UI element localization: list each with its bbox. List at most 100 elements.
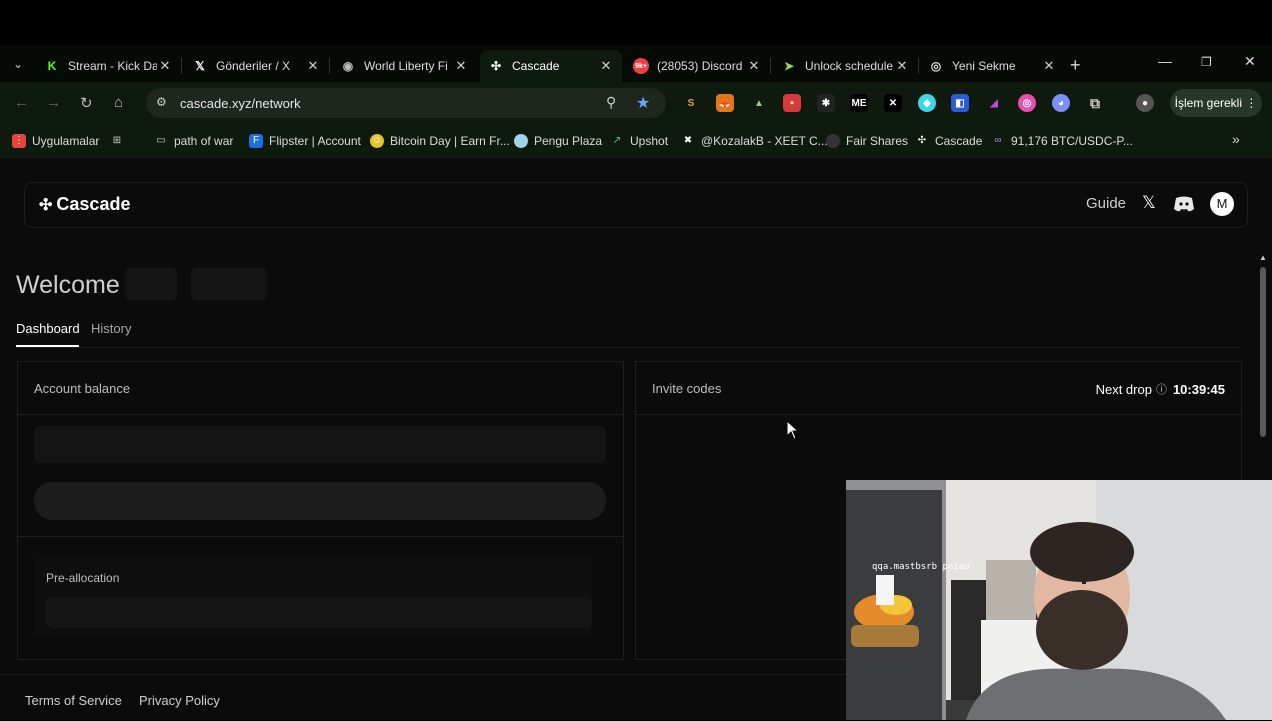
address-bar[interactable]: ⚙ cascade.xyz/network ⚲ ★ xyxy=(146,88,666,118)
grid-icon: ⊞ xyxy=(112,135,122,146)
card-divider xyxy=(18,536,623,537)
flipster-icon: F xyxy=(249,134,263,148)
welcome-name-skeleton xyxy=(191,268,267,300)
new-tab-plus-icon[interactable]: + xyxy=(1070,55,1081,76)
tab-label: Yeni Sekme xyxy=(952,59,1016,73)
bookmark-xeet[interactable]: ✖ @KozalakB - XEET C... xyxy=(681,134,828,148)
browser-tab-discord[interactable]: 9k+ (28053) Discord ✕ xyxy=(625,50,771,82)
pre-allocation-label: Pre-allocation xyxy=(46,571,120,585)
bookmark-fair-shares[interactable]: Fair Shares xyxy=(826,134,908,148)
bookmark-cascade[interactable]: ✣ Cascade xyxy=(915,134,983,148)
bookmark-upshot[interactable]: ↗ Upshot xyxy=(610,134,668,148)
tab-label: Unlock schedule xyxy=(805,59,894,73)
bookmark-btc-usdc[interactable]: ∞ 91,176 BTC/USDC-P... xyxy=(991,134,1132,148)
update-required-button[interactable]: İşlem gerekli ⋮ xyxy=(1170,89,1262,117)
tab-history[interactable]: History xyxy=(91,321,131,336)
guide-link[interactable]: Guide xyxy=(1086,195,1126,212)
tab-label: (28053) Discord xyxy=(657,59,743,73)
close-tab-icon[interactable]: ✕ xyxy=(305,58,321,74)
tab-label: Stream - Kick Da xyxy=(68,59,157,73)
card-header: Account balance xyxy=(18,362,623,415)
info-icon[interactable]: ⓘ xyxy=(1156,381,1167,397)
extension-lock-icon[interactable]: ▪ xyxy=(783,94,801,112)
minimize-icon[interactable]: — xyxy=(1158,53,1172,69)
extension-a-icon[interactable]: ▲ xyxy=(750,94,768,112)
site-info-icon[interactable]: ⚙ xyxy=(156,95,167,109)
extension-x-icon[interactable]: ✕ xyxy=(884,94,902,112)
bookmark-flipster[interactable]: F Flipster | Account xyxy=(249,134,361,148)
page-scrollbar[interactable]: ▲ xyxy=(1258,253,1268,453)
bookmark-apps[interactable]: ⋮ Uygulamalar xyxy=(12,134,99,148)
next-drop-label: Next drop xyxy=(1095,381,1152,397)
extension-bubble-icon[interactable]: ◕ xyxy=(1052,94,1070,112)
privacy-policy-link[interactable]: Privacy Policy xyxy=(139,693,220,708)
bookmarks-bar: ⋮ Uygulamalar ⊞ ▭ path of war F Flipster | … xyxy=(0,125,1272,159)
metamask-icon[interactable]: 🦊 xyxy=(716,94,734,112)
extension-s-icon[interactable]: S xyxy=(682,94,700,112)
tab-dashboard[interactable]: Dashboard xyxy=(16,321,80,336)
fairshares-icon xyxy=(826,134,840,148)
extension-grid-icon[interactable]: ✱ xyxy=(817,94,835,112)
x-social-icon[interactable]: 𝕏 xyxy=(1142,193,1156,213)
unlock-icon: ➤ xyxy=(783,59,795,73)
forward-arrow-icon[interactable]: → xyxy=(46,94,61,111)
bookmark-path-of-war[interactable]: ▭ path of war xyxy=(154,134,233,148)
browser-tab-unlock[interactable]: ➤ Unlock schedule ✕ xyxy=(773,50,919,82)
extensions-puzzle-icon[interactable]: ⧉ xyxy=(1086,94,1104,112)
extension-phantom-icon[interactable]: ◢ xyxy=(985,94,1003,112)
restore-icon[interactable]: ❐ xyxy=(1201,55,1212,69)
back-arrow-icon[interactable]: ← xyxy=(14,94,29,111)
browser-tab-x[interactable]: 𝕏 Gönderiler / X ✕ xyxy=(184,50,330,82)
pre-allocation-skeleton xyxy=(46,597,592,628)
bookmark-grid[interactable]: ⊞ xyxy=(110,134,130,148)
webcam-watermark-text: qqa.mastbsrb pniau xyxy=(872,562,970,572)
next-drop-countdown: 10:39:45 xyxy=(1172,381,1225,397)
profile-avatar-icon[interactable]: ● xyxy=(1136,94,1154,112)
close-tab-icon[interactable]: ✕ xyxy=(894,58,910,74)
scrollbar-thumb[interactable] xyxy=(1260,267,1266,437)
folder-icon: ▭ xyxy=(156,135,166,146)
discord-icon: 9k+ xyxy=(633,58,649,74)
browser-tab-wlfi[interactable]: ◉ World Liberty Fi ✕ xyxy=(332,50,477,82)
close-tab-icon[interactable]: ✕ xyxy=(157,58,173,74)
xeet-icon: ✖ xyxy=(683,135,693,146)
close-tab-icon[interactable]: ✕ xyxy=(453,58,469,74)
app-header: ✣ Cascade Guide 𝕏 M xyxy=(24,182,1248,228)
extension-me-icon[interactable]: ME xyxy=(850,94,868,112)
close-window-icon[interactable]: ✕ xyxy=(1244,53,1256,70)
cascade-icon: ✣ xyxy=(917,135,927,146)
account-balance-title: Account balance xyxy=(34,381,131,396)
bookmark-star-icon[interactable]: ★ xyxy=(636,93,650,113)
extension-diamond-icon[interactable]: ◆ xyxy=(918,94,936,112)
home-icon[interactable]: ⌂ xyxy=(114,94,123,111)
discord-icon[interactable] xyxy=(1172,195,1196,213)
x-icon: 𝕏 xyxy=(195,59,205,73)
bookmark-bitcoin-day[interactable]: ☺ Bitcoin Day | Earn Fr... xyxy=(370,134,510,148)
more-bookmarks-chevron-icon[interactable]: » xyxy=(1232,131,1240,147)
zoom-magnifier-icon[interactable]: ⚲ xyxy=(606,94,616,111)
close-tab-icon[interactable]: ✕ xyxy=(746,58,762,74)
pengu-icon xyxy=(514,134,528,148)
tab-label: Gönderiler / X xyxy=(216,59,291,73)
browser-tab-kick[interactable]: K Stream - Kick Da ✕ xyxy=(36,50,182,82)
kick-icon: K xyxy=(47,59,57,73)
extension-circle-icon[interactable]: ◎ xyxy=(1018,94,1036,112)
close-tab-icon[interactable]: ✕ xyxy=(598,58,614,74)
url-text[interactable]: cascade.xyz/network xyxy=(180,96,301,111)
welcome-heading: Welcome xyxy=(16,271,120,299)
terms-of-service-link[interactable]: Terms of Service xyxy=(25,693,122,708)
tab-label: World Liberty Fi xyxy=(364,59,448,73)
webcam-overlay: qqa.mastbsrb pniau xyxy=(846,480,1272,720)
tab-search-chevron-icon[interactable]: ⌄ xyxy=(8,54,28,74)
close-tab-icon[interactable]: ✕ xyxy=(1041,58,1057,74)
extension-shield-icon[interactable]: ◧ xyxy=(951,94,969,112)
browser-tab-cascade[interactable]: ✣ Cascade ✕ xyxy=(480,50,622,82)
user-avatar[interactable]: M xyxy=(1210,192,1234,216)
cascade-logo[interactable]: ✣ Cascade xyxy=(39,194,130,215)
balance-skeleton xyxy=(34,426,606,463)
bookmark-pengu-plaza[interactable]: Pengu Plaza xyxy=(514,134,602,148)
reload-icon[interactable]: ↻ xyxy=(80,94,93,112)
browser-tab-new[interactable]: ◎ Yeni Sekme ✕ xyxy=(920,50,1065,82)
deposit-button-skeleton[interactable] xyxy=(34,482,606,520)
scroll-up-icon[interactable]: ▲ xyxy=(1259,253,1267,262)
